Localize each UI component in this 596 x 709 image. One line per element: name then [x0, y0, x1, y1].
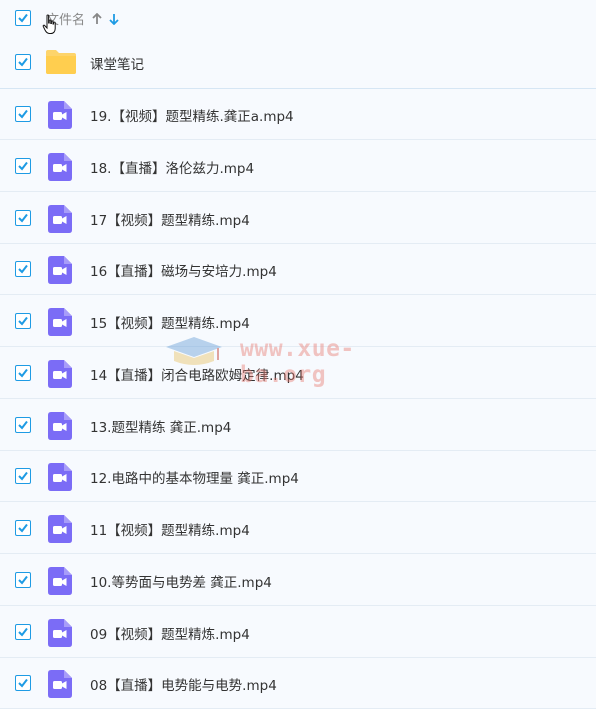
- video-file-icon: [48, 566, 72, 599]
- video-file-icon: [48, 618, 72, 651]
- row-checkbox[interactable]: [15, 675, 31, 692]
- row-checkbox[interactable]: [15, 623, 31, 640]
- file-row[interactable]: 08【直播】电势能与电势.mp4: [0, 658, 596, 709]
- video-file-icon: [48, 204, 72, 237]
- video-file-icon: [48, 256, 72, 288]
- file-name[interactable]: 16【直播】磁场与安培力.mp4: [90, 260, 277, 280]
- row-checkbox[interactable]: [15, 416, 31, 433]
- file-row[interactable]: 14【直播】闭合电路欧姆定律.mp4: [0, 348, 596, 399]
- folder-row[interactable]: 课堂笔记: [0, 36, 596, 89]
- video-file-icon: [48, 670, 72, 702]
- file-list-header: 文件名: [0, 0, 596, 36]
- row-checkbox[interactable]: [15, 520, 31, 536]
- row-checkbox[interactable]: [15, 209, 31, 226]
- file-name[interactable]: 15【视频】题型精练.mp4: [90, 312, 250, 332]
- file-name[interactable]: 08【直播】电势能与电势.mp4: [90, 674, 277, 694]
- select-all-checkbox[interactable]: [15, 10, 31, 26]
- file-row[interactable]: 17【视频】题型精练.mp4: [0, 193, 596, 244]
- file-row[interactable]: 10.等势面与电势差 龚正.mp4: [0, 555, 596, 606]
- row-checkbox[interactable]: [15, 157, 31, 174]
- file-name[interactable]: 09【视频】题型精炼.mp4: [90, 623, 250, 643]
- row-checkbox[interactable]: [15, 54, 31, 70]
- row-checkbox[interactable]: [15, 571, 31, 588]
- video-file-icon: [48, 515, 72, 547]
- folder-name[interactable]: 课堂笔记: [90, 53, 144, 73]
- video-file-icon: [48, 152, 72, 185]
- row-checkbox[interactable]: [15, 261, 31, 278]
- video-file-icon: [48, 308, 72, 340]
- file-row[interactable]: 16【直播】磁场与安培力.mp4: [0, 244, 596, 296]
- video-file-icon: [48, 411, 72, 444]
- file-row[interactable]: 12.电路中的基本物理量 龚正.mp4: [0, 451, 596, 503]
- folder-icon: [45, 49, 77, 79]
- file-row[interactable]: 11【视频】题型精练.mp4: [0, 503, 596, 554]
- file-name[interactable]: 12.电路中的基本物理量 龚正.mp4: [90, 467, 299, 487]
- sort-descending-icon[interactable]: [109, 10, 119, 29]
- file-name[interactable]: 14【直播】闭合电路欧姆定律.mp4: [90, 364, 304, 384]
- file-name[interactable]: 17【视频】题型精练.mp4: [90, 209, 250, 229]
- file-row[interactable]: 18.【直播】洛伦兹力.mp4: [0, 141, 596, 192]
- file-name[interactable]: 19.【视频】题型精练.龚正a.mp4: [90, 105, 294, 125]
- file-row[interactable]: 09【视频】题型精炼.mp4: [0, 607, 596, 658]
- file-row[interactable]: 13.题型精练 龚正.mp4: [0, 400, 596, 451]
- sort-ascending-icon[interactable]: [92, 10, 102, 29]
- video-file-icon: [48, 359, 72, 392]
- row-checkbox[interactable]: [15, 364, 31, 381]
- file-name[interactable]: 13.题型精练 龚正.mp4: [90, 416, 231, 436]
- row-checkbox[interactable]: [15, 313, 31, 329]
- file-name[interactable]: 18.【直播】洛伦兹力.mp4: [90, 157, 254, 177]
- row-checkbox[interactable]: [15, 468, 31, 485]
- file-row[interactable]: 19.【视频】题型精练.龚正a.mp4: [0, 89, 596, 140]
- file-name[interactable]: 11【视频】题型精练.mp4: [90, 519, 250, 539]
- video-file-icon: [48, 101, 72, 133]
- video-file-icon: [48, 463, 72, 495]
- file-row[interactable]: 15【视频】题型精练.mp4: [0, 296, 596, 347]
- file-name[interactable]: 10.等势面与电势差 龚正.mp4: [90, 571, 272, 591]
- row-checkbox[interactable]: [15, 106, 31, 122]
